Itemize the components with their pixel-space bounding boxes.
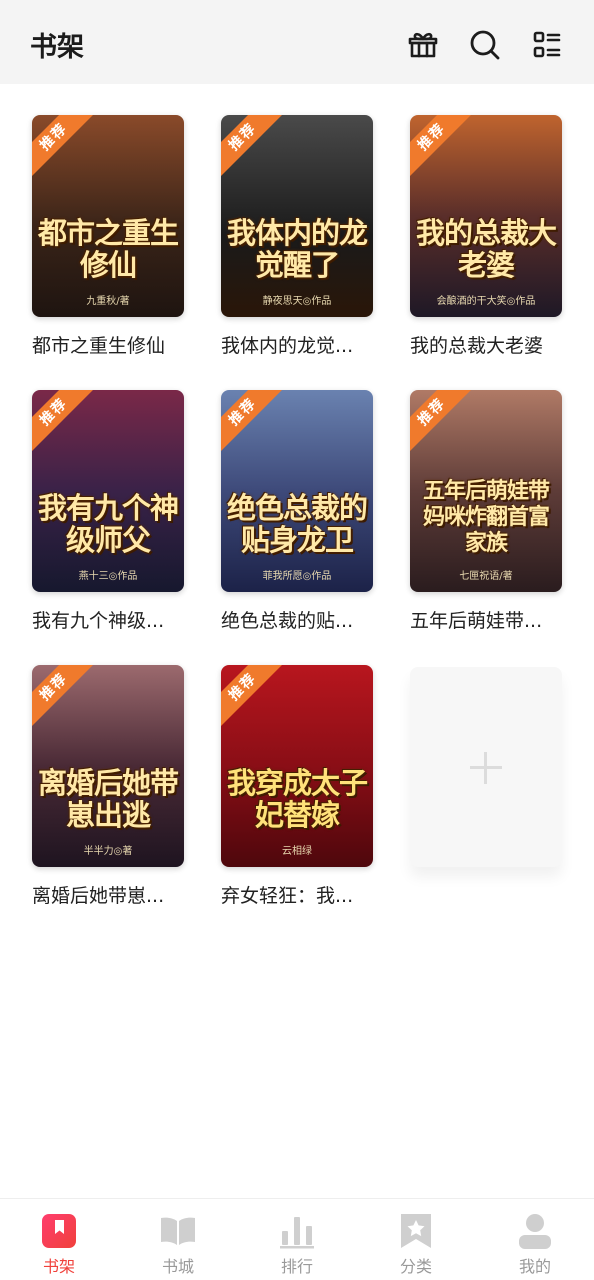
tab-profile[interactable]: 我的: [495, 1211, 575, 1277]
book-title: 绝色总裁的贴...: [221, 610, 354, 632]
tab-bookshelf[interactable]: 书架: [19, 1211, 99, 1277]
cover-title: 我体内的龙觉醒了: [226, 216, 368, 282]
book-cover[interactable]: 我穿成太子妃替嫁 云相绿 推荐: [221, 665, 373, 867]
cover-title: 离婚后她带崽出逃: [37, 766, 179, 832]
cover-author: 燕十三◎作品: [78, 571, 138, 582]
book-cover[interactable]: 五年后萌娃带妈咪炸翻首富家族 七匣祝语/著 推荐: [410, 390, 562, 592]
tab-label: 分类: [399, 1257, 432, 1276]
cover-author: 静夜思天◎作品: [262, 296, 332, 307]
book-item[interactable]: 离婚后她带崽出逃 半半力◎著 推荐 离婚后她带崽...: [32, 665, 202, 911]
tab-category[interactable]: 分类: [376, 1211, 456, 1277]
profile-icon: [515, 1211, 555, 1251]
tab-label: 书城: [161, 1257, 194, 1276]
tab-bookstore[interactable]: 书城: [138, 1211, 218, 1277]
tab-label: 排行: [280, 1257, 313, 1276]
search-icon[interactable]: [468, 28, 502, 62]
book-cover[interactable]: 我体内的龙觉醒了 静夜思天◎作品 推荐: [221, 115, 373, 317]
tab-label: 书架: [42, 1257, 75, 1276]
cover-title: 都市之重生修仙: [37, 216, 179, 282]
tab-ranking[interactable]: 排行: [257, 1211, 337, 1277]
top-bar: 书架: [0, 0, 594, 84]
book-title: 都市之重生修仙: [32, 335, 166, 357]
cover-title: 我穿成太子妃替嫁: [226, 766, 368, 832]
cover-title: 我有九个神级师父: [37, 491, 179, 557]
cover-author: 菲我所愿◎作品: [262, 571, 332, 582]
book-item[interactable]: 都市之重生修仙 九重秋/著 推荐 都市之重生修仙: [32, 115, 202, 361]
cover-title: 五年后萌娃带妈咪炸翻首富家族: [422, 478, 550, 556]
book-cover[interactable]: 离婚后她带崽出逃 半半力◎著 推荐: [32, 665, 184, 867]
tab-label: 我的: [518, 1257, 551, 1276]
book-item[interactable]: 五年后萌娃带妈咪炸翻首富家族 七匣祝语/著 推荐 五年后萌娃带...: [410, 390, 580, 636]
book-item[interactable]: 我体内的龙觉醒了 静夜思天◎作品 推荐 我体内的龙觉...: [221, 115, 391, 361]
book-item[interactable]: 绝色总裁的贴身龙卫 菲我所愿◎作品 推荐 绝色总裁的贴...: [221, 390, 391, 636]
book-item[interactable]: 我穿成太子妃替嫁 云相绿 推荐 弃女轻狂：我...: [221, 665, 391, 911]
book-title: 我有九个神级...: [32, 610, 165, 632]
book-item[interactable]: 我有九个神级师父 燕十三◎作品 推荐 我有九个神级...: [32, 390, 202, 636]
app-root: 书架 都市之重生修仙 九重秋/著 推荐 都市之重生修仙 我体内的龙觉醒了 静夜思…: [0, 0, 594, 1280]
cover-author: 会酿酒的干大笑◎作品: [436, 296, 536, 307]
book-cover[interactable]: 都市之重生修仙 九重秋/著 推荐: [32, 115, 184, 317]
page-title: 书架: [30, 32, 84, 63]
book-cover[interactable]: 我的总裁大老婆 会酿酒的干大笑◎作品 推荐: [410, 115, 562, 317]
book-cover[interactable]: 我有九个神级师父 燕十三◎作品 推荐: [32, 390, 184, 592]
book-cover[interactable]: 绝色总裁的贴身龙卫 菲我所愿◎作品 推荐: [221, 390, 373, 592]
cover-author: 七匣祝语/著: [459, 571, 513, 582]
cover-author: 云相绿: [282, 846, 312, 857]
cover-author: 半半力◎著: [83, 846, 133, 857]
bottom-tab-bar: 书架 书城 排行 分类 我的: [0, 1198, 594, 1280]
book-title: 弃女轻狂：我...: [221, 885, 354, 907]
gift-icon[interactable]: [406, 28, 440, 62]
cover-title: 我的总裁大老婆: [415, 216, 557, 282]
bar-chart-icon: [277, 1211, 317, 1251]
cover-title: 绝色总裁的贴身龙卫: [226, 491, 368, 557]
grid-list-icon[interactable]: [530, 28, 564, 62]
cover-author: 九重秋/著: [86, 296, 130, 307]
book-title: 五年后萌娃带...: [410, 610, 543, 632]
book-title: 我的总裁大老婆: [410, 335, 544, 357]
bookmark-star-icon: [396, 1211, 436, 1251]
book-item[interactable]: 我的总裁大老婆 会酿酒的干大笑◎作品 推荐 我的总裁大老婆: [410, 115, 580, 361]
add-book-card[interactable]: [410, 667, 562, 867]
bookshelf-icon: [39, 1211, 79, 1251]
book-title: 离婚后她带崽...: [32, 885, 165, 907]
book-title: 我体内的龙觉...: [221, 335, 354, 357]
open-book-icon: [158, 1211, 198, 1251]
